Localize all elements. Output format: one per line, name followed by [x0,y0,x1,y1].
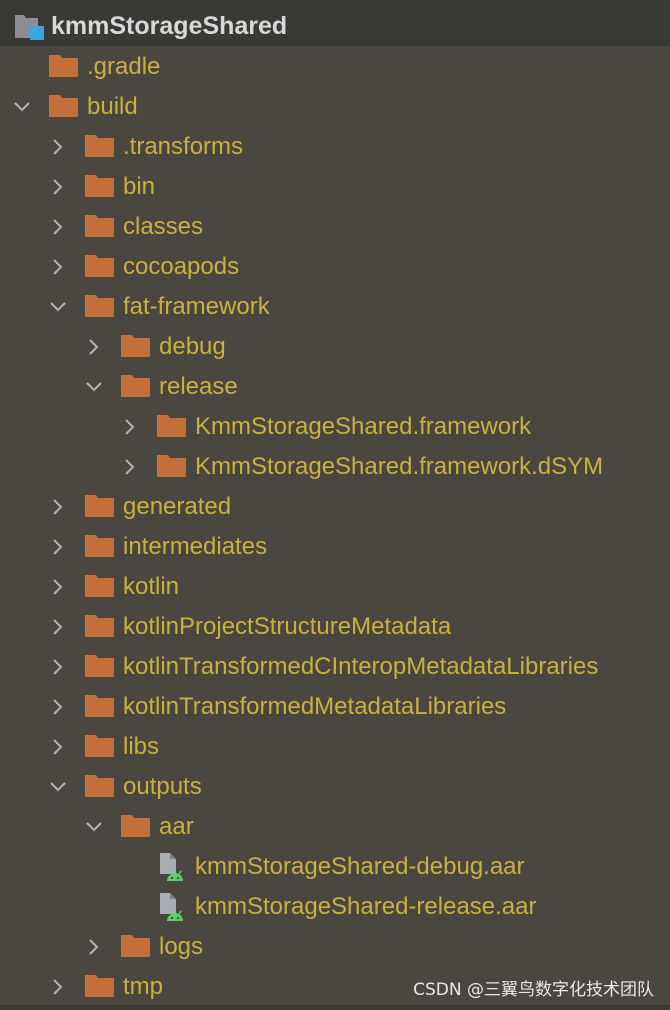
tree-item-kmmstorageshared-release-aar[interactable]: kmmStorageShared-release.aar [0,887,670,927]
chevron-down-icon[interactable] [86,819,102,835]
chevron-right-icon[interactable] [86,339,102,355]
tree-item-label: bin [123,173,156,200]
tree-item-label: debug [159,333,226,360]
aar-file-icon [157,892,185,922]
chevron-down-icon[interactable] [50,299,66,315]
tree-item-label: KmmStorageShared.framework [195,413,532,440]
folder-icon [121,335,150,357]
chevron-down-icon[interactable] [86,379,102,395]
folder-icon [85,295,114,317]
tree-item-kmmstorageshared-debug-aar[interactable]: kmmStorageShared-debug.aar [0,847,670,887]
tree-item-kmmstorageshared-framework-dsym[interactable]: KmmStorageShared.framework.dSYM [0,447,670,487]
chevron-right-icon[interactable] [50,179,66,195]
bottom-divider [0,1005,670,1010]
folder-icon [121,375,150,397]
tree-item-label: release [159,373,238,400]
tree-item-classes[interactable]: classes [0,207,670,247]
tree-item-aar[interactable]: aar [0,807,670,847]
chevron-right-icon[interactable] [50,259,66,275]
tree-item-label: libs [123,733,160,760]
chevron-right-icon[interactable] [50,659,66,675]
folder-icon [85,535,114,557]
chevron-right-icon[interactable] [50,619,66,635]
folder-icon [49,95,78,117]
chevron-right-icon[interactable] [50,539,66,555]
folder-icon [85,215,114,237]
watermark: CSDN @三翼鸟数字化技术团队 [413,980,654,1000]
tree-item-label: kmmStorageShared-debug.aar [195,853,525,880]
tree-item-build[interactable]: build [0,87,670,127]
tree-item-kotlinprojectstructuremetadata[interactable]: kotlinProjectStructureMetadata [0,607,670,647]
folder-icon [85,775,114,797]
tree-item-kotlintransformedmetadatalibraries[interactable]: kotlinTransformedMetadataLibraries [0,687,670,727]
tree-item-generated[interactable]: generated [0,487,670,527]
tree-item-bin[interactable]: bin [0,167,670,207]
chevron-right-icon[interactable] [50,739,66,755]
tree-item-cocoapods[interactable]: cocoapods [0,247,670,287]
tree-item-label: outputs [123,773,202,800]
folder-icon [85,495,114,517]
tree-item-kotlintransformedcinteropmetadatalibraries[interactable]: kotlinTransformedCInteropMetadataLibrari… [0,647,670,687]
tree-item-debug[interactable]: debug [0,327,670,367]
aar-file-icon [157,852,185,882]
chevron-right-icon[interactable] [50,219,66,235]
chevron-down-icon[interactable] [50,779,66,795]
folder-icon [85,975,114,997]
tree-item-label: generated [123,493,232,520]
tree-item-label: build [87,93,138,120]
tree-item-label: aar [159,813,194,840]
tree-item-kotlin[interactable]: kotlin [0,567,670,607]
tree-item-release[interactable]: release [0,367,670,407]
tree-item-label: classes [123,213,204,240]
tree-item-libs[interactable]: libs [0,727,670,767]
tree-item-label: logs [159,933,204,960]
tree-item-label: KmmStorageShared.framework.dSYM [195,453,604,480]
tree-item-label: kotlin [123,573,180,600]
tree-item-transforms[interactable]: .transforms [0,127,670,167]
tree-item-intermediates[interactable]: intermediates [0,527,670,567]
tree-item-fat-framework[interactable]: fat-framework [0,287,670,327]
tree-item-label: .gradle [87,53,161,80]
folder-icon [85,175,114,197]
folder-icon [157,415,186,437]
tree-item-label: kotlinTransformedCInteropMetadataLibrari… [123,653,599,680]
folder-icon [121,815,150,837]
tree-item-label: tmp [123,973,164,1000]
folder-icon [85,255,114,277]
tree-item-label: kotlinTransformedMetadataLibraries [123,693,507,720]
chevron-right-icon[interactable] [122,459,138,475]
chevron-right-icon[interactable] [86,939,102,955]
folder-icon [85,655,114,677]
project-title: kmmStorageShared [51,12,288,40]
chevron-right-icon[interactable] [50,699,66,715]
chevron-right-icon[interactable] [50,139,66,155]
chevron-right-icon[interactable] [50,499,66,515]
chevron-right-icon[interactable] [50,979,66,995]
folder-icon [85,135,114,157]
tree-item-label: fat-framework [123,293,270,320]
folder-icon [85,615,114,637]
chevron-right-icon[interactable] [122,419,138,435]
folder-icon [85,735,114,757]
folder-icon [85,695,114,717]
folder-icon [85,575,114,597]
project-header: kmmStorageShared [0,0,670,46]
tree-item-label: .transforms [123,133,244,160]
tree-item-label: intermediates [123,533,268,560]
tree-item-label: kotlinProjectStructureMetadata [123,613,452,640]
tree-item-gradle[interactable]: .gradle [0,47,670,87]
tree-item-outputs[interactable]: outputs [0,767,670,807]
tree-item-label: cocoapods [123,253,240,280]
tree-item-label: kmmStorageShared-release.aar [195,893,537,920]
chevron-down-icon[interactable] [14,99,30,115]
folder-icon [49,55,78,77]
tree-item-logs[interactable]: logs [0,927,670,967]
chevron-right-icon[interactable] [50,579,66,595]
folder-icon [121,935,150,957]
tree-item-kmmstorageshared-framework[interactable]: KmmStorageShared.framework [0,407,670,447]
folder-icon [157,455,186,477]
module-folder-icon [14,6,46,46]
